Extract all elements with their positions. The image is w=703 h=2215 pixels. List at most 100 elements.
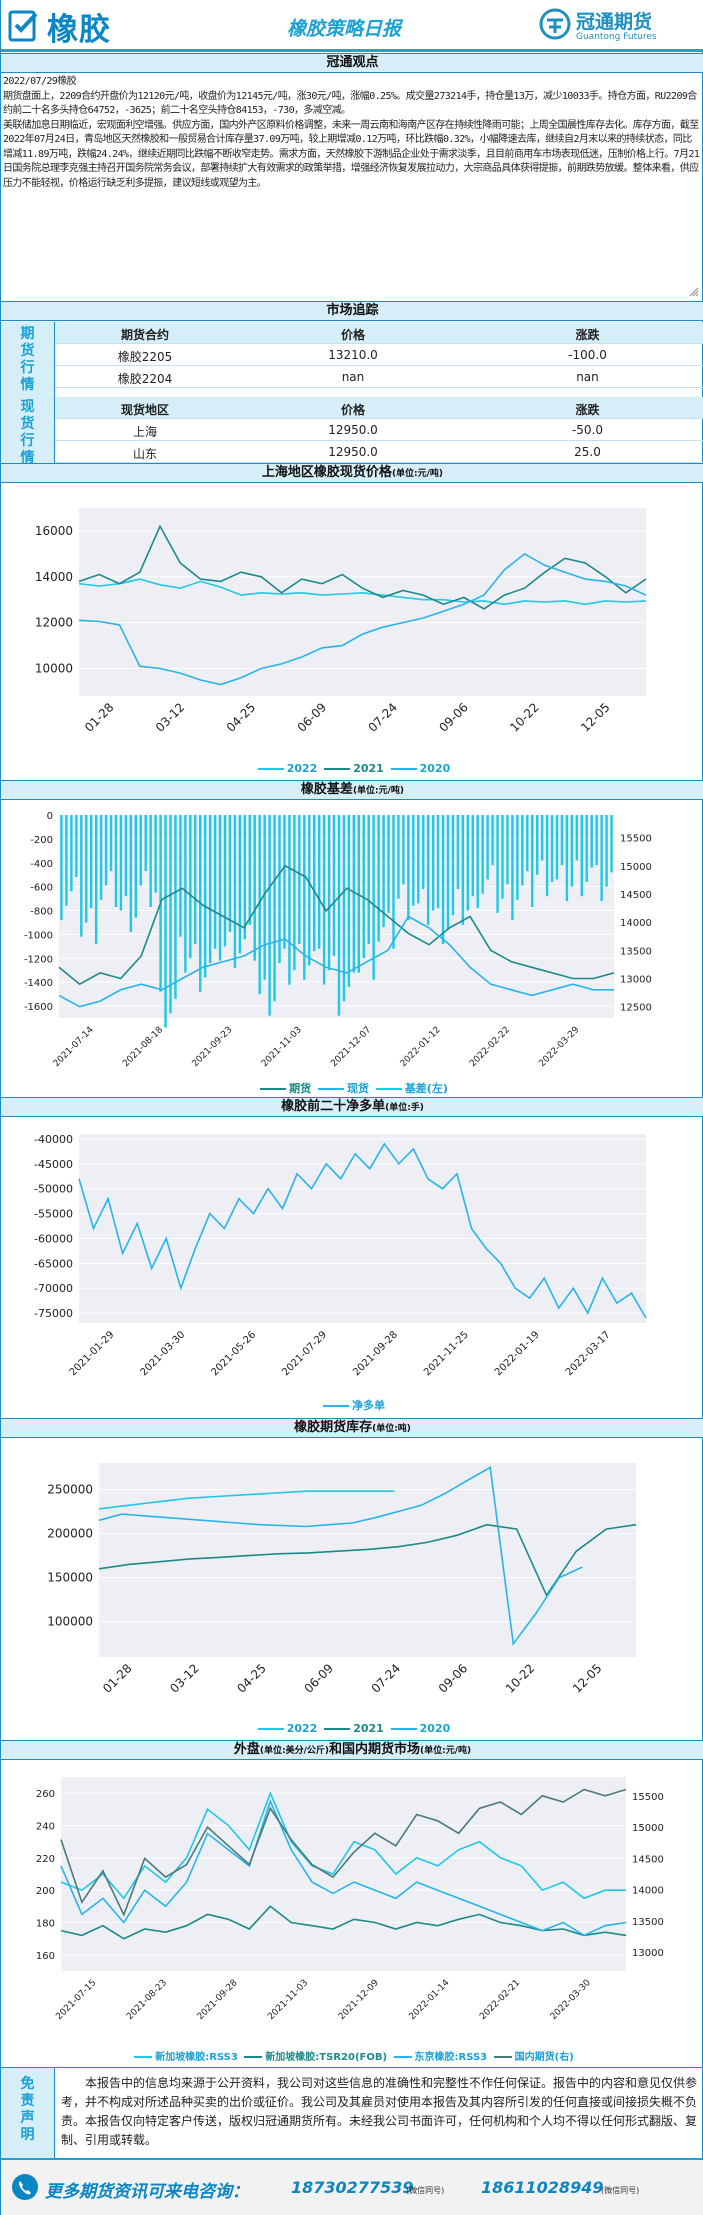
x-tick-label: 2021-11-25: [422, 1329, 471, 1378]
col-change: 涨跌: [575, 328, 600, 342]
view-paragraph: 期货盘面上，2209合约开盘价为12120元/吨，收盘价为12145元/吨，涨3…: [3, 90, 697, 117]
y-tick-label: 0: [47, 811, 53, 822]
legend-2021: 2021: [353, 1722, 384, 1735]
cell: 12950.0: [328, 423, 378, 437]
x-tick-label: 04-25: [234, 1661, 269, 1696]
y-tick-label: 260: [36, 1789, 55, 1800]
col-contract: 期货合约: [120, 328, 169, 342]
cell: 橡胶2205: [117, 350, 173, 364]
x-tick-label: 2022-02-21: [478, 1978, 522, 2022]
x-tick-label: 04-25: [224, 700, 259, 735]
table-row: 上海 12950.0 -50.0: [55, 419, 703, 441]
x-tick-label: 2021-07-29: [280, 1329, 329, 1378]
x-tick-label: 2021-07-15: [54, 1978, 98, 2022]
legend-sg-tsr20: 新加坡橡胶:TSR20(FOB): [265, 2052, 388, 2063]
x-tick-label: 2021-12-07: [329, 1025, 373, 1069]
y2-tick-label: 13000: [632, 1948, 664, 1959]
y-tick-label: -800: [30, 907, 53, 918]
net-long-chart: -75000 -70000 -65000 -60000 -55000 -50000 -450…: [34, 1133, 647, 1378]
y-tick-label: -1000: [24, 930, 53, 941]
legend-tokyo-rss3: 东京橡胶:RSS3: [414, 2052, 488, 2063]
x-tick-label: 06-09: [295, 700, 330, 735]
phone-number-1[interactable]: 18730277539: [291, 2178, 413, 2197]
chart3-title: 橡胶前二十净多单: [281, 1099, 386, 1114]
phone-icon: [12, 2174, 38, 2200]
phone-number-2[interactable]: 18611028949: [481, 2178, 603, 2197]
y-tick-label: -55000: [34, 1208, 73, 1221]
x-tick-label: 07-24: [365, 700, 400, 735]
legend-net-long: 净多单: [352, 1399, 385, 1412]
spot-price-chart: 10000 12000 14000 16000 01-28 03-12 04-25 06-09…: [35, 508, 647, 735]
chart3-title-bar: 橡胶前二十净多单(单位:手): [1, 1097, 703, 1117]
legend-swatch: [375, 1088, 402, 1090]
company-name: 冠通期货: [576, 11, 653, 33]
x-tick-label: 03-12: [167, 1661, 202, 1696]
plot-area: [59, 815, 614, 1018]
cell: 上海: [132, 425, 157, 439]
y-tick-label: -1600: [24, 1002, 53, 1013]
legend-2022: 2022: [286, 762, 318, 775]
legend-spot: 现货: [346, 1082, 369, 1095]
x-tick-label: 06-09: [301, 1661, 336, 1696]
cell: 25.0: [574, 445, 601, 459]
x-tick-label: 2022-03-29: [537, 1025, 581, 1069]
y2-tick-label: 13500: [620, 946, 652, 957]
cell: 山东: [132, 447, 157, 461]
legend-2020: 2020: [419, 1722, 451, 1735]
legend-swatch: [134, 2056, 153, 2058]
chart5-title-bar: 外盘(单位:美分/公斤)和国内期货市场(单位:元/吨): [1, 1740, 703, 1760]
y2-tick-label: 14500: [620, 890, 652, 901]
view-text: 2022/07/29橡胶 期货盘面上，2209合约开盘价为12120元/吨，收盘…: [3, 75, 701, 297]
contact-footer: 更多期货资讯可来电咨询： 18730277539 (微信同号) 18611028…: [1, 2158, 703, 2215]
cell: nan: [341, 370, 365, 384]
x-tick-label: 2021-12-09: [337, 1978, 381, 2022]
chart5-title-a: 外盘: [233, 1742, 260, 1757]
checklist-icon: [8, 10, 38, 42]
spot-header-row: 现货地区 价格 涨跌: [55, 397, 703, 419]
plot-area: [61, 1777, 626, 1971]
inventory-chart: 100000 150000 200000 250000 01-28 03-12 04-25 0…: [47, 1463, 637, 1696]
disclaimer-label-text: 免责声明: [20, 2076, 35, 2143]
y-tick-label: 12000: [35, 616, 73, 630]
col-change: 涨跌: [575, 403, 600, 417]
y2-tick-label: 14000: [632, 1886, 664, 1897]
x-tick-label: 2022-01-12: [399, 1025, 443, 1069]
cell: 13210.0: [328, 348, 378, 362]
chart1-legend: 2022 2021 2020: [1, 762, 703, 775]
legend-basis: 基差(左): [404, 1082, 448, 1095]
y2-tick-label: 13500: [632, 1917, 664, 1928]
chart1-title: 上海地区橡胶现货价格: [261, 465, 392, 480]
chart2-title-bar: 橡胶基差(单位:元/吨): [1, 780, 703, 800]
futures-header-row: 期货合约 价格 涨跌: [55, 322, 703, 344]
y2-tick-label: 12500: [620, 1003, 652, 1014]
legend-swatch: [390, 768, 417, 770]
cell: nan: [576, 370, 599, 384]
x-tick-label: 10-22: [507, 700, 542, 735]
chart4-title-bar: 橡胶期货库存(单位:吨): [1, 1418, 703, 1438]
cell: -50.0: [571, 423, 604, 437]
y-tick-label: -40000: [34, 1133, 73, 1146]
legend-2022: 2022: [286, 1722, 318, 1735]
chart5-unit-a: (单位:美分/公斤): [259, 1746, 329, 1756]
legend-swatch: [257, 1728, 284, 1730]
x-tick-label: 2021-08-18: [121, 1025, 165, 1069]
y-tick-label: -1200: [24, 954, 53, 965]
y-tick-label: 10000: [35, 661, 73, 675]
table-row: 橡胶2205 13210.0 -100.0: [55, 344, 703, 366]
y-tick-label: -200: [30, 835, 53, 846]
chart1-unit: (单位:元/吨): [391, 469, 444, 479]
chart3-legend: 净多单: [1, 1397, 703, 1413]
y2-tick-label: 15000: [620, 862, 652, 873]
disclaimer: 免责声明 本报告中的信息均来源于公开资料，我公司对这些信息的准确性和完整性不作任…: [1, 2067, 703, 2158]
y2-tick-label: 13000: [620, 975, 652, 986]
x-tick-label: 2021-03-30: [139, 1329, 188, 1378]
basis-chart: -1600 -1400 -1200 -1000 -800 -600 -400 -200 0 125…: [24, 811, 652, 1069]
legend-swatch: [257, 768, 284, 770]
x-tick-label: 10-22: [503, 1661, 538, 1696]
spot-side-text: 现货行情: [20, 399, 35, 466]
y2-tick-label: 15500: [632, 1792, 664, 1803]
futures-side-text: 期货行情: [20, 326, 35, 393]
company-name-en: Guantong Futures: [576, 32, 657, 42]
chart4-title: 橡胶期货库存: [294, 1420, 373, 1435]
strategy-daily-page: 橡胶 橡胶策略日报 冠通期货 Guantong Futures 冠通观点 202…: [0, 0, 703, 2215]
